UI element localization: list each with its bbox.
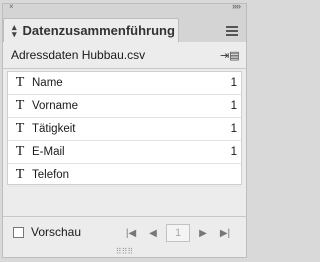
record-navigation: |◀ ◀ 1 ▶ ▶| [120,224,236,242]
panel-title: Datenzusammenführung [22,23,175,38]
field-label: Tätigkeit [32,123,76,135]
panel-header-strip: × »» [3,1,246,14]
field-item[interactable]: T E-Mail 1 [8,141,241,164]
field-count: 1 [230,123,237,135]
text-field-icon: T [15,167,25,182]
field-count: 1 [230,146,237,158]
text-field-icon: T [15,144,25,159]
record-number-field[interactable]: 1 [166,224,190,242]
text-field-icon: T [15,75,25,90]
last-record-icon[interactable]: ▶| [214,228,236,239]
previous-record-icon[interactable]: ◀ [142,228,164,239]
preview-label: Vorschau [31,225,82,239]
field-label: Telefon [32,169,70,181]
import-data-icon[interactable]: ⇥▤ [220,49,240,62]
field-count: 1 [230,100,237,112]
double-arrow-icon[interactable]: ▴ ▾ [12,22,17,38]
field-list: T Name 1 T Vorname 1 T Tätigkeit 1 T E-Mail 1 T Telef… [7,71,242,187]
field-item[interactable]: T Name 1 [8,72,241,95]
panel-content: Adressdaten Hubbau.csv ⇥▤ T Name 1 T Vorname… [3,42,246,257]
field-item[interactable]: T Telefon [8,164,241,187]
preview-checkbox[interactable] [13,226,24,238]
collapse-icon[interactable]: »» [232,1,241,11]
data-merge-panel: × »» ▴ ▾ Datenzusammenführung Adressdaten… [2,1,247,258]
field-item[interactable]: T Vorname 1 [8,95,241,118]
field-label: Name [32,77,63,89]
panel-footer: Vorschau |◀ ◀ 1 ▶ ▶| [3,216,246,247]
field-count: 1 [230,77,237,89]
tab-bar: ▴ ▾ Datenzusammenführung [3,14,246,43]
resize-grip-icon[interactable]: ⠿⠿⠿ [116,247,134,256]
data-source-name: Adressdaten Hubbau.csv [11,48,146,62]
text-field-icon: T [15,98,25,113]
field-label: Vorname [32,100,79,112]
data-source-row: Adressdaten Hubbau.csv ⇥▤ [3,42,246,69]
first-record-icon[interactable]: |◀ [120,228,142,239]
close-icon[interactable]: × [9,2,14,11]
next-record-icon[interactable]: ▶ [192,228,214,239]
text-field-icon: T [15,121,25,136]
field-label: E-Mail [32,146,65,158]
panel-menu-icon[interactable] [226,26,238,38]
tab-data-merge[interactable]: ▴ ▾ Datenzusammenführung [3,18,179,42]
field-item[interactable]: T Tätigkeit 1 [8,118,241,141]
